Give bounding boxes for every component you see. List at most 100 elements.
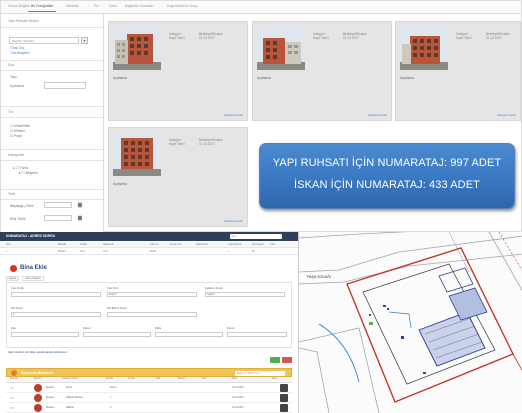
row-checkbox[interactable]: ☐ 3 xyxy=(10,407,14,410)
kat-sayisi-input[interactable]: 0 xyxy=(11,312,101,317)
ada-input[interactable] xyxy=(11,332,79,337)
column-header: İşlem xyxy=(272,378,278,380)
tree-node-documents[interactable]: ▸ ☐ Belgeler xyxy=(19,171,38,175)
gallery-tab-bar: Kurum Bilgileri Bir Fotoğrafları Harital… xyxy=(1,1,521,14)
row-number: 3 xyxy=(12,407,15,410)
card-value-tarih: 01.12.2017 xyxy=(343,36,359,40)
column-header: Parsel xyxy=(178,378,185,380)
save-button[interactable] xyxy=(270,357,280,363)
tab-doku[interactable]: Doku xyxy=(109,4,117,8)
form-panel: Yapı Kimlik Yapı Türü Seçiniz Kullanım A… xyxy=(6,282,292,348)
tab-onay[interactable]: Doğrulama ve Onay xyxy=(167,4,197,8)
column-header: Sıra No xyxy=(10,378,18,380)
tab-adres[interactable]: Adres Bilgileri xyxy=(22,276,44,281)
select-all-link[interactable]: Tümü Seç xyxy=(10,46,25,50)
row-checkbox[interactable]: ☐ 1 xyxy=(10,387,14,390)
all-documents-link[interactable]: Tüm Belgeleri xyxy=(10,51,30,55)
card-details-link[interactable]: Detayları Göster xyxy=(497,114,516,117)
tab-kurum[interactable]: Kurum Bilgileri xyxy=(8,4,30,8)
banner-line-iskan: İSKAN İÇİN NUMARATAJ: 433 ADET xyxy=(294,179,480,191)
card-label-tarih: Kayıt Tarihi xyxy=(456,36,472,40)
row-checkbox[interactable]: ☐ 2 xyxy=(10,397,14,400)
start-date-input[interactable] xyxy=(44,202,72,208)
field-label: Parsel xyxy=(83,327,91,330)
table-row[interactable]: ☐ 1 Mesken Konut Zemin 01.12.2017 xyxy=(6,383,292,393)
column-header: Ada xyxy=(156,378,161,380)
bolum-sayisi-input[interactable] xyxy=(107,312,197,317)
yapi-kimlik-input[interactable] xyxy=(11,292,101,297)
cell: Yeni xyxy=(103,250,108,253)
edit-icon[interactable] xyxy=(280,394,288,402)
tree-node-label: Belgeler xyxy=(25,171,39,175)
cell: 01.12.2017 xyxy=(232,396,244,399)
card-value-tarih: 01.12.2017 xyxy=(486,36,502,40)
parsel-input[interactable] xyxy=(83,332,151,337)
field-label: Yapı Kimlik xyxy=(11,287,24,290)
units-search-input[interactable]: Bağımsız Bölüm Ara xyxy=(235,371,285,376)
ruhsat-select[interactable]: Seçiniz / Seçiniz xyxy=(9,37,79,44)
card-details-link[interactable]: Detayları Göster xyxy=(368,114,387,117)
type-option-mulkler[interactable]: ☑ Mülkler xyxy=(10,129,25,133)
kullanim-amaci-select[interactable]: Seçiniz xyxy=(205,292,285,297)
column-header: Sıra xyxy=(6,243,11,246)
type-option-label: Proje xyxy=(13,134,22,138)
yapi-label: Yapı xyxy=(10,75,17,79)
card-caption: Açıklama xyxy=(113,76,127,80)
table-row[interactable]: ☐ 2 Mesken Dükkan Mesken 1 01.12.2017 xyxy=(6,393,292,403)
table-row[interactable]: ☐ 3 Mesken Dükkan 2 01.12.2017 xyxy=(6,403,292,413)
card-details-link[interactable]: Detayları Göster xyxy=(224,220,243,223)
tab-evraklar[interactable]: Bağlantılı Evrakları xyxy=(125,4,153,8)
aciklama-input[interactable] xyxy=(44,82,86,89)
column-header: Sokak Adı xyxy=(103,243,114,246)
cell: Konut xyxy=(66,386,73,389)
card-label-tarih: Kayıt Tarihi xyxy=(169,36,185,40)
type-option-mukellefler[interactable]: ☑ Mükellefler xyxy=(10,124,30,128)
tree-node-all[interactable]: ▸ ☐ Tümü xyxy=(13,166,28,170)
divider xyxy=(1,106,103,107)
end-date-input[interactable] xyxy=(44,215,72,221)
filter-sidebar: Yapı Ruhsatı Seçimi Seçiniz / Seçiniz ▾ … xyxy=(1,14,104,232)
edit-icon[interactable] xyxy=(280,384,288,392)
pafta-input[interactable] xyxy=(155,332,223,337)
select-value: Seçiniz xyxy=(109,293,117,296)
ruhsat-pick-button[interactable]: ▾ xyxy=(81,37,88,44)
cell: 2 xyxy=(110,406,112,409)
durum-input[interactable] xyxy=(227,332,287,337)
cell: Mesken xyxy=(46,396,55,399)
end-date-label: Bitiş Tarihi xyxy=(10,217,26,221)
card-caption: Açıklama xyxy=(113,182,127,186)
cancel-button[interactable] xyxy=(282,357,292,363)
photo-card[interactable]: Kategori Belediye/Binaları Kayıt Tarihi … xyxy=(108,127,248,227)
row-number: 2 xyxy=(12,397,15,400)
column-header: Tarih xyxy=(232,378,237,380)
location-pin-icon xyxy=(10,265,17,272)
card-label-tarih: Kayıt Tarihi xyxy=(313,36,329,40)
sidebar-heading-tarih: Tarih xyxy=(8,192,16,196)
list-row[interactable]: 1 Merkez Yeni Yeni Belirli 1 26 xyxy=(0,249,298,255)
parcel-map[interactable]: PAŞA SOKAĞI xyxy=(298,232,522,413)
form-app-title: NUMARATAJ - ADRES SORGU xyxy=(6,234,56,238)
cell: 26 xyxy=(252,250,255,253)
divider xyxy=(1,117,103,118)
yapi-turu-select[interactable]: Seçiniz xyxy=(107,292,197,297)
column-header: İç Kapı No xyxy=(170,243,182,246)
units-table-header: Bağımsız Bölümler Bağımsız Bölüm Ara xyxy=(6,368,292,377)
tab-haritalar[interactable]: Haritalar xyxy=(66,4,79,8)
tab-genel[interactable]: Genel xyxy=(6,276,19,281)
tab-pro[interactable]: Pro xyxy=(94,4,99,8)
calendar-icon[interactable]: ▆ xyxy=(78,215,82,221)
edit-icon[interactable] xyxy=(280,404,288,412)
photo-card[interactable]: Kategori Belediye/Binaları Kayıt Tarihi … xyxy=(108,21,248,121)
photo-card[interactable]: Kategori Belediye/Binaları Kayıt Tarihi … xyxy=(252,21,392,121)
type-option-proje[interactable]: ☑ Proje xyxy=(10,134,22,138)
card-details-link[interactable]: Detayları Göster xyxy=(224,114,243,117)
calendar-icon[interactable]: ▆ xyxy=(78,202,82,208)
photo-card[interactable]: Kategori Belediye/Binaları Kayıt Tarihi … xyxy=(395,21,521,121)
tab-fotograflar[interactable]: Bir Fotoğrafları xyxy=(27,4,57,12)
input-value: 0 xyxy=(13,313,15,316)
card-value-tarih: 01.12.2017 xyxy=(199,142,215,146)
select-value: Seçiniz xyxy=(207,293,215,296)
form-search-input[interactable]: Ara... xyxy=(230,234,282,239)
cell: Yeni xyxy=(80,250,85,253)
row-number: 1 xyxy=(12,387,15,390)
